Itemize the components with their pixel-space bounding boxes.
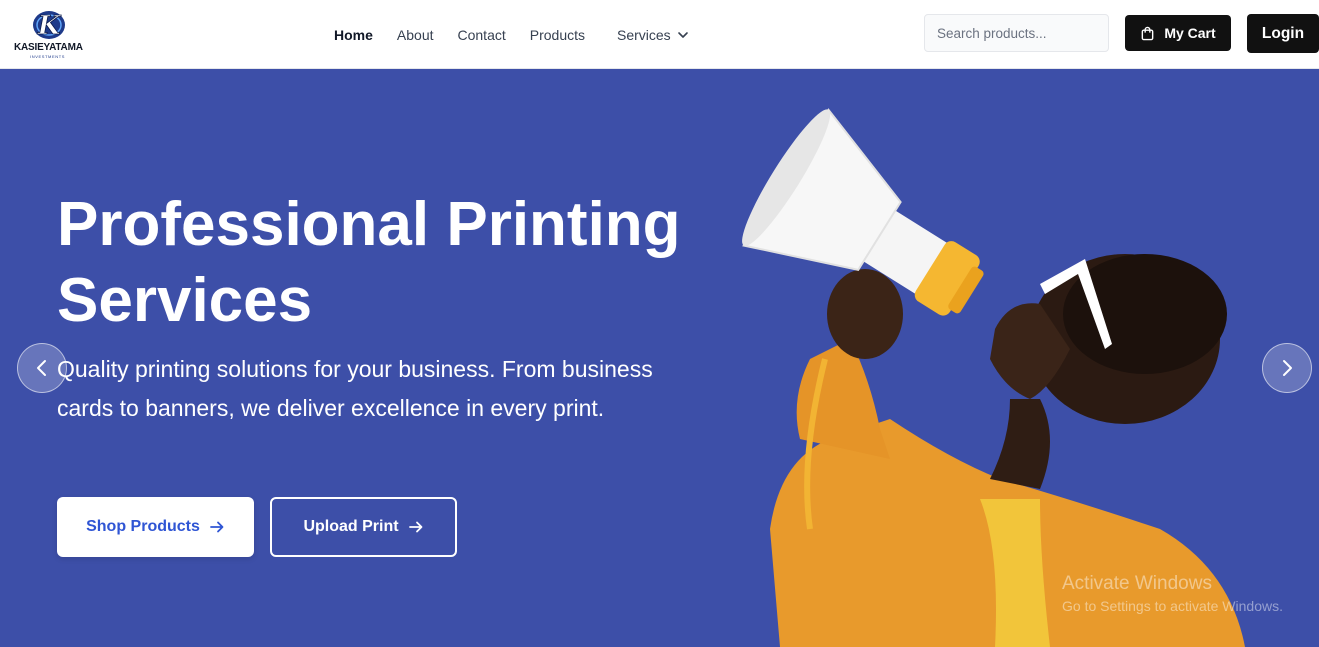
search-input[interactable] — [924, 14, 1109, 52]
nav-services-dropdown[interactable]: Services — [617, 27, 689, 43]
carousel-prev-button[interactable] — [17, 343, 67, 393]
my-cart-button[interactable]: My Cart — [1125, 15, 1231, 51]
login-button[interactable]: Login — [1247, 14, 1319, 53]
navbar: K KASIEYATAMA INVESTMENTS Home About Con… — [0, 0, 1319, 69]
brand-subtitle: INVESTMENTS — [30, 54, 66, 59]
hero-title: Professional Printing Services — [57, 190, 681, 335]
nav-products[interactable]: Products — [530, 27, 585, 43]
nav-contact[interactable]: Contact — [458, 27, 506, 43]
arrow-right-icon — [209, 521, 224, 533]
hero-section: Professional Printing Services Quality p… — [0, 69, 1319, 647]
hero-subtitle: Quality printing solutions for your busi… — [57, 356, 653, 421]
nav-about[interactable]: About — [397, 27, 434, 43]
nav-home[interactable]: Home — [334, 27, 373, 43]
chevron-left-icon — [37, 360, 46, 376]
arrow-right-icon — [408, 521, 422, 533]
upload-print-label: Upload Print — [303, 518, 399, 535]
shopping-bag-icon — [1141, 26, 1154, 40]
shop-products-label: Shop Products — [86, 518, 200, 535]
megaphone-man-image — [742, 108, 1245, 647]
nav-services-label: Services — [617, 26, 671, 43]
svg-text:K: K — [37, 11, 62, 41]
chevron-right-icon — [1283, 360, 1292, 376]
carousel-next-button[interactable] — [1262, 343, 1312, 393]
activate-windows-watermark: Activate Windows Go to Settings to activ… — [1062, 573, 1283, 614]
shop-products-button[interactable]: Shop Products — [57, 497, 254, 557]
main-nav: Home About Contact Products Services — [334, 0, 689, 69]
brand-name: KASIEYATAMA — [14, 42, 83, 53]
logo-k-icon: K — [33, 11, 65, 41]
upload-print-button[interactable]: Upload Print — [270, 497, 457, 557]
brand-logo[interactable]: K KASIEYATAMA INVESTMENTS — [12, 6, 88, 60]
chevron-down-icon — [677, 31, 688, 38]
watermark-title: Activate Windows — [1062, 573, 1212, 594]
cart-label: My Cart — [1164, 25, 1216, 41]
watermark-subtitle: Go to Settings to activate Windows. — [1062, 598, 1283, 614]
